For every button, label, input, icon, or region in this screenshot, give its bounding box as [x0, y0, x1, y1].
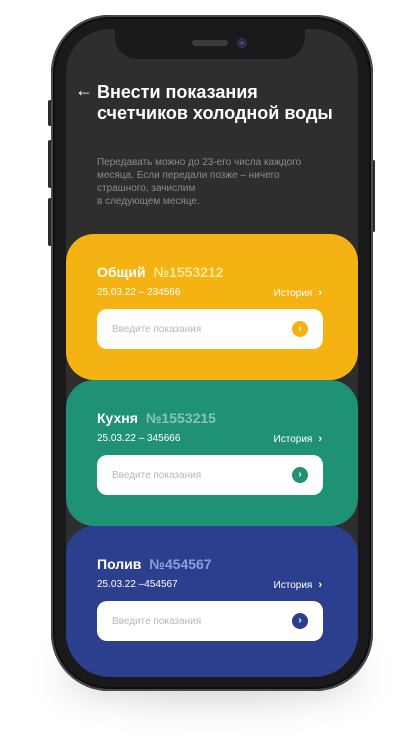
meter-heading: Кухня №1553215 [97, 410, 216, 426]
meter-number: №1553212 [153, 264, 224, 280]
meter-heading: Общий №1553212 [97, 264, 224, 280]
reading-input-box: › [97, 309, 323, 349]
chevron-right-icon: › [318, 433, 322, 445]
submit-arrow-icon[interactable]: › [292, 613, 308, 629]
meter-number: №454567 [149, 556, 212, 572]
history-label: История [273, 288, 313, 299]
meter-name: Общий [97, 264, 146, 280]
last-reading: 25.03.22 – 234566 [97, 287, 181, 298]
meter-card-general: Общий №1553212 25.03.22 – 234566 История… [66, 234, 358, 380]
meter-name: Полив [97, 556, 142, 572]
chevron-right-icon: › [318, 579, 322, 591]
reading-input-box: › [97, 455, 323, 495]
reading-input[interactable] [112, 455, 282, 495]
last-reading: 25.03.22 –454567 [97, 579, 178, 590]
meter-card-watering: Полив №454567 25.03.22 –454567 История › … [66, 526, 358, 677]
page-subtitle: Передавать можно до 23-его числа каждого… [97, 157, 302, 207]
meter-heading: Полив №454567 [97, 556, 212, 572]
camera-icon [237, 38, 247, 48]
history-label: История [273, 434, 313, 445]
submit-arrow-icon[interactable]: › [292, 467, 308, 483]
reading-input[interactable] [112, 601, 282, 641]
history-link[interactable]: История › [274, 579, 322, 591]
reading-input[interactable] [112, 309, 282, 349]
chevron-right-icon: › [318, 287, 322, 299]
page-title: Внести показания счетчиков холодной воды [97, 82, 333, 123]
speaker-icon [192, 40, 228, 46]
history-link[interactable]: История › [274, 287, 322, 299]
submit-arrow-icon[interactable]: › [292, 321, 308, 337]
meter-number: №1553215 [145, 410, 216, 426]
app-screen: ← Внести показания счетчиков холодной во… [66, 29, 358, 677]
last-reading: 25.03.22 – 345666 [97, 433, 181, 444]
back-arrow-icon[interactable]: ← [75, 81, 93, 99]
meter-name: Кухня [97, 410, 138, 426]
reading-input-box: › [97, 601, 323, 641]
history-link[interactable]: История › [274, 433, 322, 445]
history-label: История [273, 580, 313, 591]
meter-card-kitchen: Кухня №1553215 25.03.22 – 345666 История… [66, 380, 358, 526]
